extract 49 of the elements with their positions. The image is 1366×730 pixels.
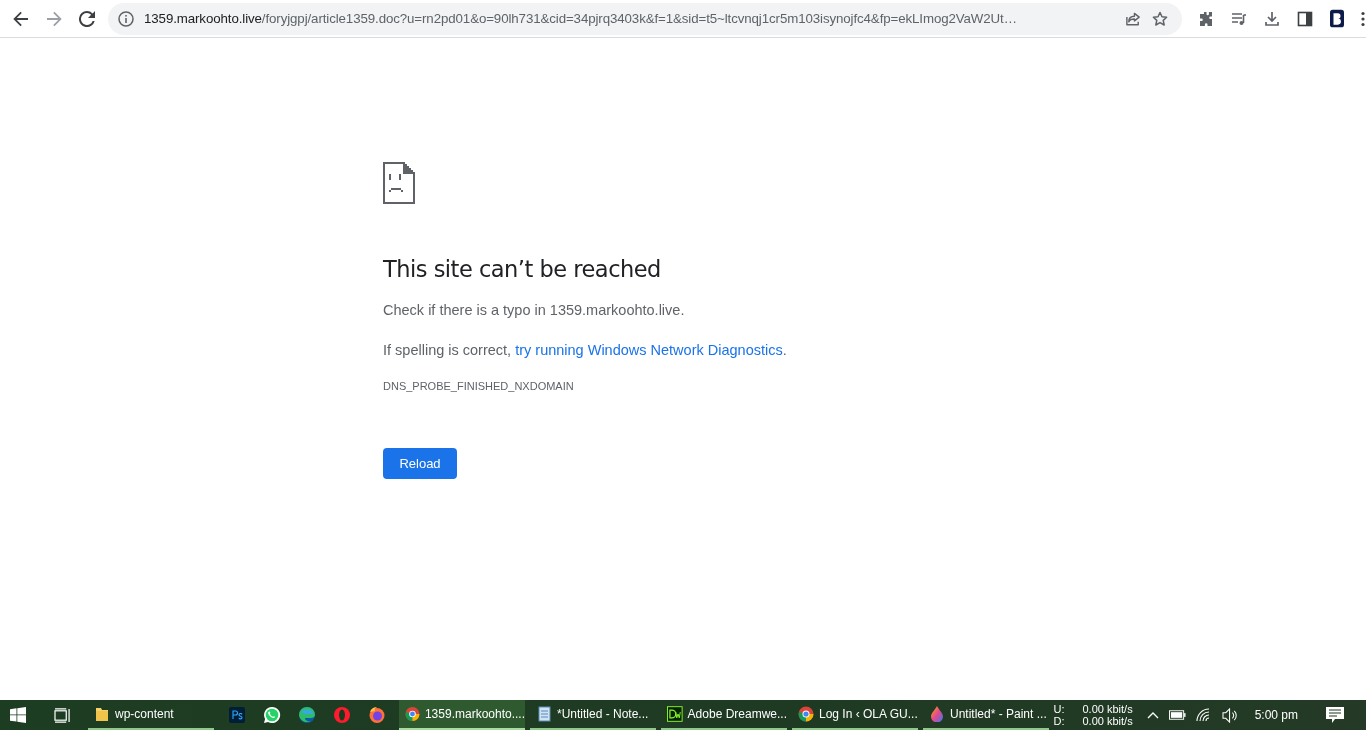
edge-icon[interactable] [298,706,316,724]
url-text: 1359.markoohto.live/foryjgpj/article1359.doc?u=rn2pd01&o=90lh731&cid=34pjrq3403k&f=1&sid=t5~ltcvnqj1cr5m103isynojfc4&fp=ekLImog2VaW2Ut… [144,11,1018,26]
volume-icon[interactable] [1221,707,1239,723]
media-queue-icon[interactable] [1231,10,1247,27]
task-view-icon[interactable] [54,707,71,723]
info-icon[interactable] [118,10,134,27]
puzzle-icon[interactable] [1198,10,1214,27]
chrome-icon [405,706,420,722]
chevron-up-icon[interactable] [1146,711,1159,719]
taskbar-window[interactable]: *Untitled - Note... [530,700,656,730]
sad-page-icon [383,162,415,204]
download-rate: 0.00 kbit/s [1082,715,1133,727]
taskbar-window[interactable]: wp-content [88,700,214,730]
back-icon[interactable] [13,10,29,27]
folder-icon [94,706,110,722]
taskbar-window[interactable]: Untitled* - Paint ... [923,700,1049,730]
opera-icon[interactable] [333,706,351,724]
reload-button[interactable]: Reload [383,448,457,479]
menu-icon[interactable] [1361,10,1365,27]
whatsapp-icon[interactable] [263,706,281,724]
reload-icon[interactable] [79,10,95,27]
notification-icon[interactable] [1326,707,1344,723]
share-icon[interactable] [1125,10,1142,27]
error-code: DNS_PROBE_FINISHED_NXDOMAIN [383,380,575,392]
upload-label: U: [1053,703,1065,715]
chrome-icon [798,706,814,722]
download-icon[interactable] [1264,10,1280,27]
notepad-icon [536,706,552,722]
clock-time[interactable]: 5:00 pm [1254,708,1298,722]
star-icon[interactable] [1152,10,1168,27]
start-icon[interactable] [10,707,26,723]
error-title: This site can’t be reached [383,256,662,282]
paint-drop-icon [929,706,945,722]
upload-rate: 0.00 kbit/s [1082,703,1133,715]
address-bar[interactable]: 1359.markoohto.live/foryjgpj/article1359.doc?u=rn2pd01&o=90lh731&cid=34pjrq3403k&f=1&sid=t5~ltcvnqj1cr5m103isynojfc4&fp=ekLImog2VaW2Ut… [108,2,1182,35]
battery-icon[interactable] [1168,710,1186,720]
suggestion-message: If spelling is correct, try running Windows Network Diagnostics. [383,341,788,360]
download-label: D: [1053,715,1065,727]
diagnostics-link[interactable]: try running Windows Network Diagnostics [515,342,783,358]
photoshop-icon[interactable] [229,707,245,723]
taskbar-window[interactable]: Log In ‹ OLA GU... [792,700,918,730]
wifi-icon[interactable] [1195,708,1212,722]
dreamweaver-icon [667,706,683,722]
taskbar-window[interactable]: Adobe Dreamwe... [661,700,787,730]
profile-avatar-icon[interactable] [1330,9,1344,28]
typo-message: Check if there is a typo in 1359.markoohto.live. [383,301,686,320]
side-panel-icon[interactable] [1297,10,1313,27]
firefox-icon[interactable] [368,706,386,724]
taskbar-window[interactable]: 1359.markoohto.... [399,700,525,730]
